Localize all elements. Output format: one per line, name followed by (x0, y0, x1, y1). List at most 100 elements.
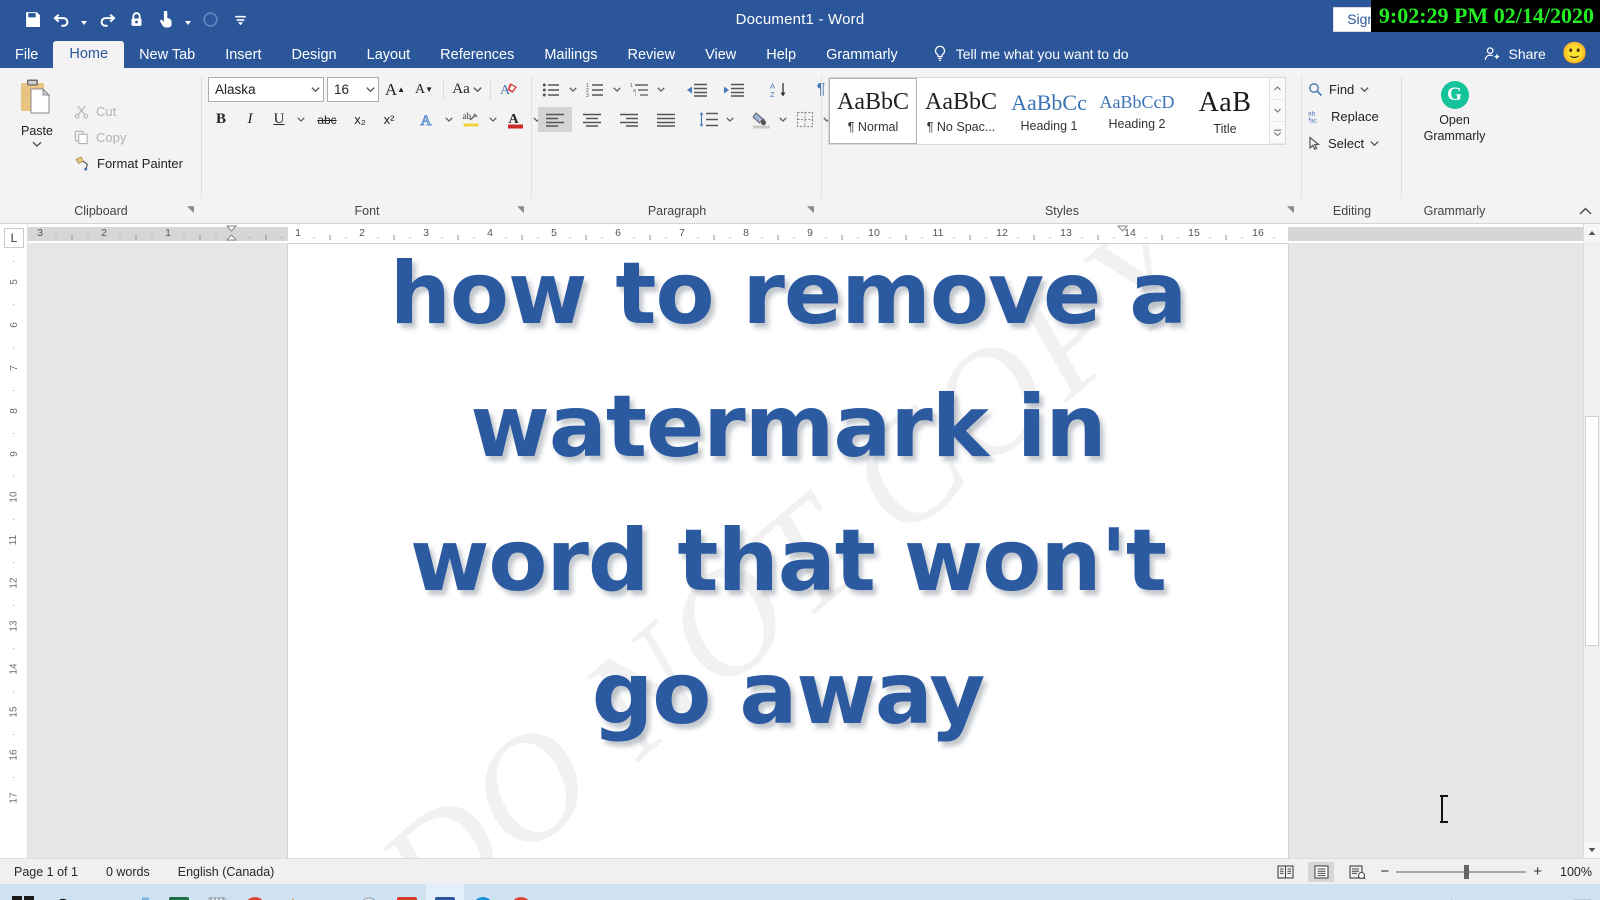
zoom-slider-thumb[interactable] (1464, 864, 1470, 879)
bullets-button[interactable] (538, 77, 564, 102)
keyboard-icon[interactable] (312, 884, 350, 900)
tab-stop-selector[interactable]: L (4, 228, 24, 248)
italic-button[interactable]: I (237, 107, 263, 132)
touch-mode-dropdown-icon[interactable] (182, 6, 194, 32)
copy-button[interactable]: Copy (74, 127, 183, 149)
shrink-font-button[interactable]: A ▼ (411, 77, 437, 102)
grow-font-button[interactable]: A ▲ (382, 77, 408, 102)
left-indent-marker[interactable] (225, 225, 238, 242)
paint-icon[interactable] (350, 884, 388, 900)
vlc-icon[interactable] (274, 884, 312, 900)
styles-dialog-launcher[interactable]: ◥ (1285, 204, 1296, 215)
scroll-up-button[interactable] (1584, 224, 1600, 241)
lock-icon[interactable] (122, 6, 150, 32)
font-size-dropdown-icon[interactable] (362, 86, 378, 93)
format-painter-button[interactable]: Format Painter (74, 153, 183, 175)
web-layout-icon[interactable] (1344, 862, 1370, 882)
font-color-button[interactable]: A (502, 107, 528, 132)
borders-button[interactable] (792, 107, 818, 132)
zoom-out-button[interactable]: − (1380, 863, 1389, 880)
excel-icon[interactable]: C (160, 884, 198, 900)
right-indent-marker[interactable] (1116, 225, 1129, 242)
sort-button[interactable]: AZ (762, 77, 796, 102)
document-body-text[interactable]: how to remove a watermark in word that w… (288, 244, 1288, 761)
styles-more-button[interactable] (1270, 122, 1285, 144)
style-heading-1[interactable]: AaBbCс Heading 1 (1005, 78, 1093, 144)
zoom-in-button[interactable]: + (1533, 863, 1542, 880)
select-button[interactable]: Select (1308, 131, 1396, 156)
change-case-button[interactable]: Aa (450, 77, 484, 102)
zoom-slider-track[interactable] (1396, 864, 1527, 879)
text-effects-dropdown-icon[interactable] (443, 107, 455, 132)
paste-button[interactable]: Paste (6, 73, 68, 202)
styles-scroll-down-button[interactable] (1270, 100, 1285, 122)
print-layout-icon[interactable] (1308, 861, 1335, 882)
edge-icon[interactable] (464, 884, 502, 900)
increase-indent-button[interactable] (716, 77, 750, 102)
bullets-dropdown-icon[interactable] (567, 77, 579, 102)
align-center-button[interactable] (575, 107, 609, 132)
search-icon[interactable] (46, 884, 84, 900)
tab-layout[interactable]: Layout (352, 43, 426, 69)
undo-icon[interactable] (48, 6, 76, 32)
customize-qat-icon[interactable] (226, 6, 254, 32)
clipboard-dialog-launcher[interactable]: ◥ (185, 204, 196, 215)
tab-insert[interactable]: Insert (210, 43, 276, 69)
font-name-combo[interactable]: Alaska (208, 77, 324, 102)
tab-grammarly[interactable]: Grammarly (811, 43, 913, 69)
circle-icon[interactable] (196, 6, 224, 32)
horizontal-ruler[interactable]: 3 · ı · 2 · ı · 1 · ı · · ı · 1 · ı · 2 (28, 224, 1583, 244)
find-button[interactable]: Find (1308, 77, 1396, 102)
highlight-button[interactable]: ab (458, 107, 484, 132)
tab-mailings[interactable]: Mailings (529, 43, 612, 69)
feedback-smiley-icon[interactable]: 🙂 (1562, 43, 1588, 64)
style-heading-2[interactable]: AaBbCcD Heading 2 (1093, 78, 1181, 144)
tab-new-tab[interactable]: New Tab (124, 43, 210, 69)
cut-button[interactable]: Cut (74, 101, 183, 123)
vertical-scrollbar[interactable] (1583, 224, 1600, 858)
word-icon[interactable]: W (426, 884, 464, 900)
underline-button[interactable]: U (266, 107, 292, 132)
decrease-indent-button[interactable] (679, 77, 713, 102)
line-spacing-dropdown-icon[interactable] (724, 107, 736, 132)
notepad-icon[interactable] (198, 884, 236, 900)
replace-button[interactable]: ab ac Replace (1308, 104, 1396, 129)
chrome-icon[interactable] (236, 884, 274, 900)
styles-scroll-up-button[interactable] (1270, 78, 1285, 100)
multilevel-list-button[interactable]: 1ai (626, 77, 652, 102)
numbering-dropdown-icon[interactable] (611, 77, 623, 102)
multilevel-dropdown-icon[interactable] (655, 77, 667, 102)
text-effects-button[interactable]: A (414, 107, 440, 132)
tab-design[interactable]: Design (276, 43, 351, 69)
style-no-spacing[interactable]: AaBbC ¶ No Spac... (917, 78, 1005, 144)
redo-icon[interactable] (92, 6, 120, 32)
subscript-button[interactable]: x₂ (347, 107, 373, 132)
page-indicator[interactable]: Page 1 of 1 (0, 865, 92, 879)
undo-dropdown-icon[interactable] (78, 6, 90, 32)
camtasia-icon[interactable]: C (388, 884, 426, 900)
tab-references[interactable]: References (425, 43, 529, 69)
document-canvas[interactable]: 3 · ı · 2 · ı · 1 · ı · · ı · 1 · ı · 2 (28, 224, 1583, 858)
save-icon[interactable] (18, 6, 46, 32)
zoom-control[interactable]: − + (1380, 863, 1542, 880)
style-title[interactable]: AaB Title (1181, 78, 1269, 144)
align-left-button[interactable] (538, 107, 572, 132)
clear-formatting-button[interactable]: A (497, 77, 523, 102)
scrollbar-track[interactable] (1584, 241, 1600, 841)
font-size-combo[interactable]: 16 (327, 77, 379, 102)
justify-button[interactable] (649, 107, 683, 132)
underline-dropdown-icon[interactable] (295, 107, 307, 132)
tab-home[interactable]: Home (53, 40, 125, 68)
file-explorer-icon[interactable] (122, 884, 160, 900)
share-button[interactable]: Share (1484, 46, 1546, 62)
line-spacing-button[interactable] (695, 107, 721, 132)
bold-button[interactable]: B (208, 107, 234, 132)
word-count[interactable]: 0 words (92, 865, 164, 879)
scroll-down-button[interactable] (1584, 841, 1600, 858)
language-indicator[interactable]: English (Canada) (164, 865, 289, 879)
tab-file[interactable]: File (0, 43, 53, 69)
numbering-button[interactable]: 123 (582, 77, 608, 102)
vertical-ruler[interactable]: L · 5 · 6 · 7 · 8 · 9 · 10 · 11 · 12 · 1… (0, 224, 28, 858)
tab-help[interactable]: Help (751, 43, 811, 69)
highlight-dropdown-icon[interactable] (487, 107, 499, 132)
